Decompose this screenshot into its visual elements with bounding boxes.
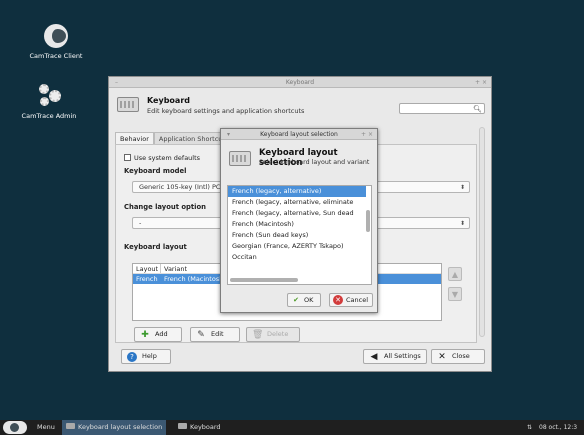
tab-behavior[interactable]: Behavior	[115, 132, 154, 144]
cancel-button[interactable]: ✕ Cancel	[329, 293, 373, 307]
close-button-label: Close	[452, 352, 470, 360]
taskbar-item-label: Keyboard layout selection	[78, 423, 163, 431]
chevron-updown-icon: ⬍	[459, 220, 465, 227]
checkbox-label: Use system defaults	[134, 154, 201, 162]
move-up-button[interactable]: ▲	[448, 267, 462, 281]
ok-button[interactable]: ✔ OK	[287, 293, 321, 307]
checkbox-box[interactable]	[124, 154, 131, 161]
keyboard-icon	[117, 97, 139, 112]
add-button-label: Add	[155, 330, 168, 338]
search-icon[interactable]: 🔍︎	[473, 104, 482, 114]
window-header: Keyboard Edit keyboard settings and appl…	[109, 88, 491, 122]
keyboard-model-value: Generic 105-key (Intl) PC	[139, 183, 221, 191]
add-button[interactable]: ✚ Add	[134, 327, 182, 342]
menu-button[interactable]: Menu	[37, 420, 55, 435]
all-settings-button[interactable]: ◀ All Settings	[363, 349, 427, 364]
close-icon: ✕	[438, 352, 446, 362]
list-vertical-scrollbar[interactable]	[366, 210, 370, 232]
search-input[interactable]: 🔍︎	[399, 103, 485, 114]
dialog-titlebar[interactable]: ▾ Keyboard layout selection + ×	[221, 129, 377, 140]
desktop-icon-camtrace-admin[interactable]: CamTrace Admin	[9, 84, 89, 120]
camtrace-logo-icon	[44, 24, 68, 48]
pencil-icon: ✎	[197, 330, 205, 340]
desktop-icon-label: CamTrace Admin	[21, 112, 77, 120]
layout-list[interactable]: French (legacy, alternative) French (leg…	[227, 185, 372, 285]
dialog-header: Keyboard layout selection Select keyboar…	[221, 141, 379, 173]
keyboard-icon	[66, 423, 75, 429]
trash-icon: 🗑︎	[252, 330, 264, 340]
keyboard-layout-dialog: ▾ Keyboard layout selection + × Keyboard…	[220, 128, 378, 313]
tab-bar: Behavior Application Shortcu	[115, 132, 228, 144]
list-item[interactable]: Georgian (France, AZERTY Tskapo)	[228, 241, 366, 252]
clock[interactable]: 08 oct., 12:3	[539, 420, 577, 435]
list-horizontal-scrollbar[interactable]	[230, 278, 298, 282]
network-icon[interactable]: ⇅	[527, 420, 532, 435]
move-down-button[interactable]: ▼	[448, 287, 462, 301]
list-item[interactable]: French (Sun dead keys)	[228, 230, 366, 241]
keyboard-layout-label: Keyboard layout	[124, 243, 187, 251]
change-layout-label: Change layout option	[124, 203, 206, 211]
vertical-scrollbar[interactable]	[479, 127, 485, 337]
menu-logo-icon[interactable]	[3, 421, 27, 434]
desktop-icon-label: CamTrace Client	[29, 52, 83, 60]
delete-button[interactable]: 🗑︎ Delete	[246, 327, 300, 342]
arrow-up-icon: ▲	[451, 270, 459, 279]
window-controls[interactable]: + ×	[475, 77, 487, 88]
list-item[interactable]: French (Macintosh)	[228, 219, 366, 230]
column-header-layout[interactable]: Layout	[133, 264, 161, 273]
dialog-title: Keyboard layout selection	[260, 131, 338, 138]
cancel-icon: ✕	[333, 295, 343, 305]
list-item[interactable]: French (legacy, alternative, eliminate	[228, 197, 366, 208]
keyboard-icon	[178, 423, 187, 429]
change-layout-value: -	[139, 219, 142, 227]
taskbar-item-keyboard[interactable]: Keyboard	[178, 420, 221, 435]
dialog-controls[interactable]: + ×	[361, 129, 373, 140]
keyboard-model-label: Keyboard model	[124, 167, 187, 175]
chevron-updown-icon: ⬍	[459, 184, 465, 191]
window-menu-icon[interactable]: –	[115, 77, 118, 88]
window-title: Keyboard	[285, 79, 315, 86]
arrow-left-icon: ◀	[370, 352, 378, 362]
taskbar: Menu Keyboard layout selection Keyboard …	[0, 420, 584, 435]
all-settings-button-label: All Settings	[384, 352, 421, 360]
help-button[interactable]: ? Help	[121, 349, 171, 364]
dialog-menu-icon[interactable]: ▾	[227, 129, 230, 140]
column-header-variant[interactable]: Variant	[161, 264, 187, 273]
keyboard-icon	[229, 151, 251, 166]
desktop-icon-camtrace-client[interactable]: CamTrace Client	[16, 24, 96, 60]
list-item[interactable]: French (legacy, alternative)	[228, 186, 366, 197]
list-item[interactable]: Occitan	[228, 252, 366, 263]
cell-layout: French	[136, 275, 158, 283]
taskbar-item-label: Keyboard	[190, 423, 221, 431]
edit-button-label: Edit	[211, 330, 224, 338]
header-subtitle: Edit keyboard settings and application s…	[147, 107, 305, 115]
cell-variant: French (Macintosh)	[164, 275, 226, 283]
taskbar-item-keyboard-layout-selection[interactable]: Keyboard layout selection	[62, 420, 167, 435]
plus-icon: ✚	[141, 330, 149, 340]
list-item[interactable]: French (legacy, alternative, Sun dead	[228, 208, 366, 219]
tab-application-shortcuts[interactable]: Application Shortcu	[153, 132, 228, 144]
use-system-defaults-checkbox[interactable]: Use system defaults	[124, 154, 200, 162]
help-icon: ?	[127, 352, 137, 362]
dialog-header-subtitle: Select keyboard layout and variant	[259, 159, 370, 166]
help-button-label: Help	[142, 352, 157, 360]
gears-icon	[37, 84, 61, 108]
window-titlebar[interactable]: – Keyboard + ×	[109, 77, 491, 88]
close-button[interactable]: ✕ Close	[431, 349, 485, 364]
ok-button-label: OK	[304, 296, 314, 304]
arrow-down-icon: ▼	[451, 290, 459, 299]
header-title: Keyboard	[147, 96, 190, 105]
delete-button-label: Delete	[267, 330, 289, 338]
checkmark-icon: ✔	[293, 296, 299, 304]
cancel-button-label: Cancel	[346, 296, 369, 304]
edit-button[interactable]: ✎ Edit	[190, 327, 240, 342]
